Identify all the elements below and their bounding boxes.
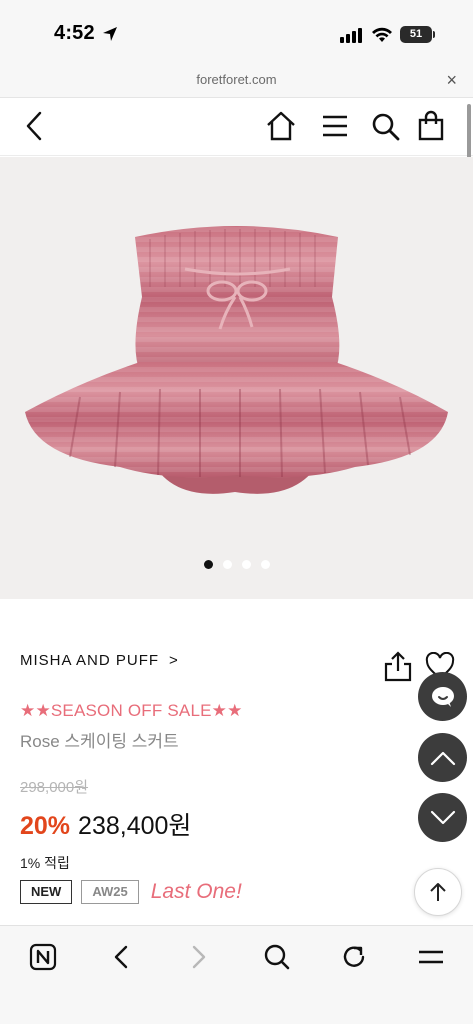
search-icon[interactable]	[371, 110, 401, 142]
shopping-bag-icon[interactable]	[417, 110, 445, 142]
app-header	[0, 98, 473, 156]
forward-arrow-icon	[192, 945, 206, 969]
price-row: 20% 238,400원	[20, 806, 191, 842]
chevron-up-icon	[430, 751, 455, 765]
tag-new: NEW	[20, 880, 73, 904]
scroll-up-button[interactable]	[418, 733, 467, 782]
url-text[interactable]: foretforet.com	[0, 72, 473, 87]
product-tags: NEW AW25 Last One!	[20, 880, 242, 904]
gallery-dot[interactable]	[260, 560, 270, 569]
chevron-right-icon: >	[169, 652, 179, 669]
original-price: 298,000원	[20, 779, 89, 796]
cell-signal-icon	[340, 28, 362, 43]
search-icon[interactable]	[263, 943, 291, 971]
status-bar: 4:52 51	[0, 0, 473, 64]
close-icon[interactable]: ×	[446, 70, 457, 91]
points-info: 1% 적립	[20, 855, 70, 871]
brand-name: MISHA AND PUFF	[20, 652, 160, 669]
last-one-badge: Last One!	[150, 880, 242, 903]
status-time: 4:52	[54, 22, 95, 44]
refresh-icon[interactable]	[340, 943, 368, 971]
tag-season: AW25	[81, 880, 139, 904]
chevron-down-icon	[430, 810, 455, 824]
sale-price: 238,400원	[78, 812, 192, 840]
menu-icon[interactable]	[417, 943, 445, 971]
wifi-icon	[372, 27, 392, 42]
scroll-to-top-button[interactable]	[414, 868, 462, 916]
naver-n-icon[interactable]	[29, 943, 57, 971]
chevron-left-icon[interactable]	[22, 110, 46, 142]
gallery-dot[interactable]	[222, 560, 232, 569]
brand-link[interactable]: MISHA AND PUFF >	[20, 652, 179, 669]
share-icon[interactable]	[383, 650, 413, 682]
arrow-up-icon	[430, 883, 446, 901]
product-photo-skirt	[25, 226, 448, 494]
battery-tip	[433, 31, 435, 38]
gallery-dot[interactable]	[241, 560, 251, 569]
back-arrow-icon[interactable]	[111, 943, 131, 971]
product-image-gallery[interactable]	[0, 157, 473, 599]
location-arrow-icon	[103, 27, 117, 41]
battery-indicator: 51	[400, 26, 432, 43]
product-name: Rose 스케이팅 스커트	[20, 732, 179, 751]
browser-bottom-toolbar	[0, 925, 473, 1024]
discount-rate: 20%	[20, 812, 71, 840]
chat-icon	[431, 686, 454, 707]
hamburger-menu-icon[interactable]	[321, 110, 349, 142]
home-icon[interactable]	[265, 110, 297, 142]
scroll-down-button[interactable]	[418, 793, 467, 842]
sale-title: ★★SEASON OFF SALE★★	[20, 701, 243, 720]
gallery-pagination	[0, 560, 473, 569]
gallery-dot[interactable]	[203, 560, 213, 569]
chat-button[interactable]	[418, 672, 467, 721]
browser-url-bar[interactable]: foretforet.com ×	[0, 64, 473, 98]
